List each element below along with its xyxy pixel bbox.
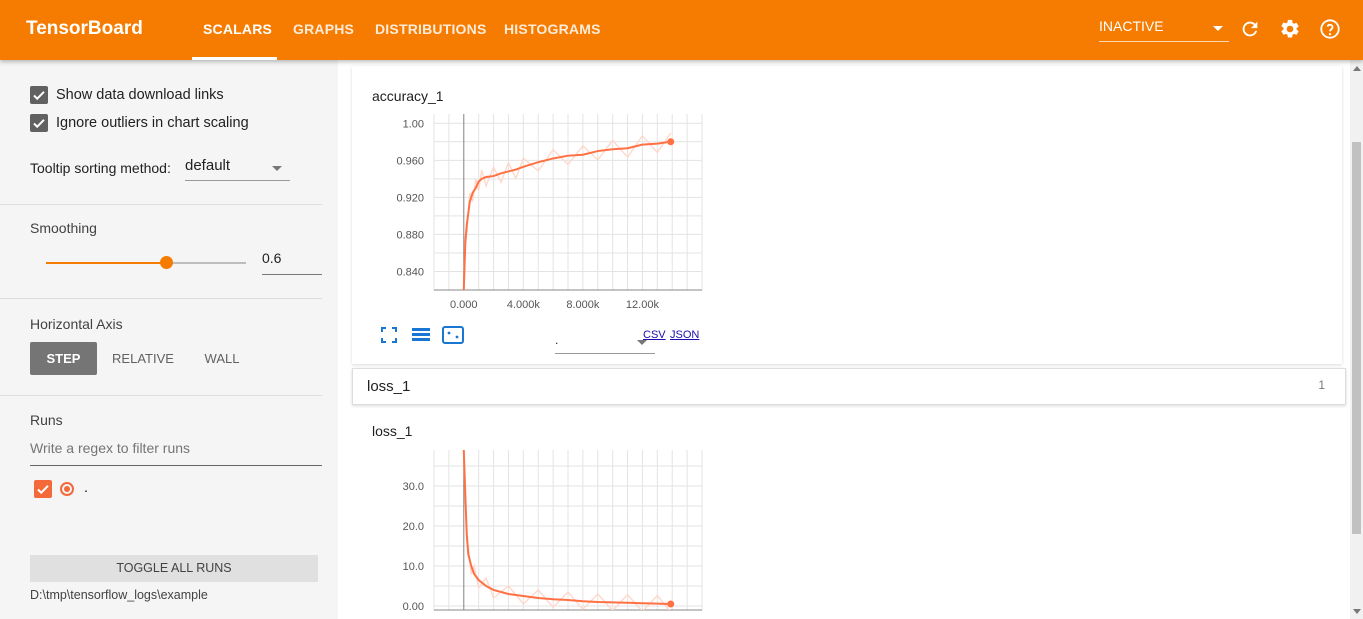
y-tick-label: 0.00: [403, 601, 424, 613]
chart-title: loss_1: [372, 423, 413, 439]
help-icon[interactable]: [1319, 18, 1341, 40]
fit-domain-icon[interactable]: [442, 326, 464, 349]
series-line: [462, 450, 671, 605]
run-radio[interactable]: [60, 482, 74, 496]
divider: [0, 204, 322, 205]
tab-histograms[interactable]: HISTOGRAMS: [504, 21, 601, 37]
y-tick-label: 0.960: [396, 155, 424, 167]
download-run-value: .: [555, 333, 559, 347]
tab-distributions[interactable]: DISTRIBUTIONS: [375, 21, 487, 37]
divider: [0, 395, 322, 396]
show-download-links-checkbox[interactable]: [30, 86, 48, 104]
series-end-point: [667, 600, 675, 608]
runs-label: Runs: [30, 412, 63, 428]
x-tick-label: 12.00k: [626, 299, 660, 311]
inactive-dropdown-value: INACTIVE: [1099, 18, 1164, 34]
smoothing-value: 0.6: [262, 250, 282, 266]
checkmark-icon: [33, 91, 45, 101]
refresh-icon[interactable]: [1239, 18, 1261, 40]
inactive-plugins-dropdown[interactable]: INACTIVE: [1099, 18, 1229, 42]
group-title: loss_1: [367, 378, 411, 395]
y-tick-label: 20.0: [403, 521, 424, 533]
show-download-links-label: Show data download links: [56, 87, 224, 103]
horizontal-axis-label: Horizontal Axis: [30, 316, 123, 332]
smoothing-slider-track[interactable]: [46, 262, 246, 264]
tooltip-sorting-dropdown[interactable]: default: [185, 157, 290, 181]
ignore-outliers-label: Ignore outliers in chart scaling: [56, 115, 249, 131]
divider: [0, 298, 322, 299]
y-tick-label: 0.920: [396, 192, 424, 204]
scrollbar[interactable]: [1350, 60, 1363, 619]
scroll-thumb[interactable]: [1352, 142, 1361, 534]
tooltip-sorting-label: Tooltip sorting method:: [30, 160, 171, 176]
data-table-icon[interactable]: [411, 326, 431, 349]
tab-scalars[interactable]: SCALARS: [203, 21, 272, 37]
checkmark-icon: [37, 485, 49, 495]
download-csv-link[interactable]: CSV: [643, 329, 666, 341]
tooltip-sorting-value: default: [185, 157, 231, 174]
run-name: .: [84, 480, 89, 496]
top-app-bar: TensorBoard SCALARS GRAPHS DISTRIBUTIONS…: [0, 0, 1363, 60]
run-checkbox[interactable]: [34, 480, 52, 498]
group-count: 1: [1318, 378, 1325, 392]
x-tick-label: 0.000: [450, 299, 478, 311]
series-end-point: [667, 138, 675, 146]
smoothing-value-input[interactable]: 0.6: [262, 250, 322, 275]
main-content: accuracy_1 0.840 0.880 0.920 0.960 1.00 0.000…: [338, 60, 1363, 619]
x-tick-label: 8.000k: [566, 299, 600, 311]
chart-title: accuracy_1: [372, 88, 444, 104]
checkmark-icon: [33, 119, 45, 129]
sidebar: Show data download links Ignore outliers…: [0, 60, 339, 619]
smoothing-slider-fill: [46, 262, 166, 264]
series-raw-line: [463, 457, 671, 610]
y-tick-label: 30.0: [403, 481, 424, 493]
logdir-path: D:\tmp\tensorflow_logs\example: [30, 588, 208, 602]
active-tab-indicator: [192, 57, 277, 60]
chevron-down-icon: [1213, 26, 1223, 31]
download-run-dropdown[interactable]: .: [555, 331, 655, 354]
axis-relative-button[interactable]: RELATIVE: [107, 342, 179, 375]
y-tick-label: 0.840: [396, 266, 424, 278]
app-title: TensorBoard: [26, 18, 143, 39]
smoothing-slider-handle[interactable]: [159, 256, 173, 269]
loss-chart[interactable]: 0.00 10.0 20.0 30.0: [372, 448, 712, 619]
runs-filter-placeholder: Write a regex to filter runs: [30, 440, 191, 456]
toggle-all-runs-button[interactable]: TOGGLE ALL RUNS: [30, 555, 318, 582]
y-tick-label: 0.880: [396, 229, 424, 241]
y-tick-label: 10.0: [403, 561, 424, 573]
accuracy-chart[interactable]: 0.840 0.880 0.920 0.960 1.00 0.000 4.000k 8.000…: [372, 112, 712, 317]
axis-step-button[interactable]: STEP: [30, 342, 97, 375]
chevron-down-icon: [272, 166, 282, 171]
runs-filter-input[interactable]: Write a regex to filter runs: [30, 440, 322, 466]
x-tick-label: 4.000k: [507, 299, 541, 311]
y-tick-label: 1.00: [403, 118, 424, 130]
loss-group-header[interactable]: loss_1 1: [352, 368, 1346, 405]
tab-graphs[interactable]: GRAPHS: [293, 21, 354, 37]
download-json-link[interactable]: JSON: [670, 329, 699, 341]
expand-icon[interactable]: [380, 326, 398, 349]
smoothing-label: Smoothing: [30, 220, 97, 236]
settings-icon[interactable]: [1279, 18, 1301, 40]
accuracy-card: accuracy_1 0.840 0.880 0.920 0.960 1.00 0.000…: [352, 66, 1342, 364]
ignore-outliers-checkbox[interactable]: [30, 114, 48, 132]
scroll-down-arrow[interactable]: [1353, 609, 1361, 614]
scroll-up-arrow[interactable]: [1353, 66, 1361, 71]
axis-wall-button[interactable]: WALL: [192, 342, 252, 375]
